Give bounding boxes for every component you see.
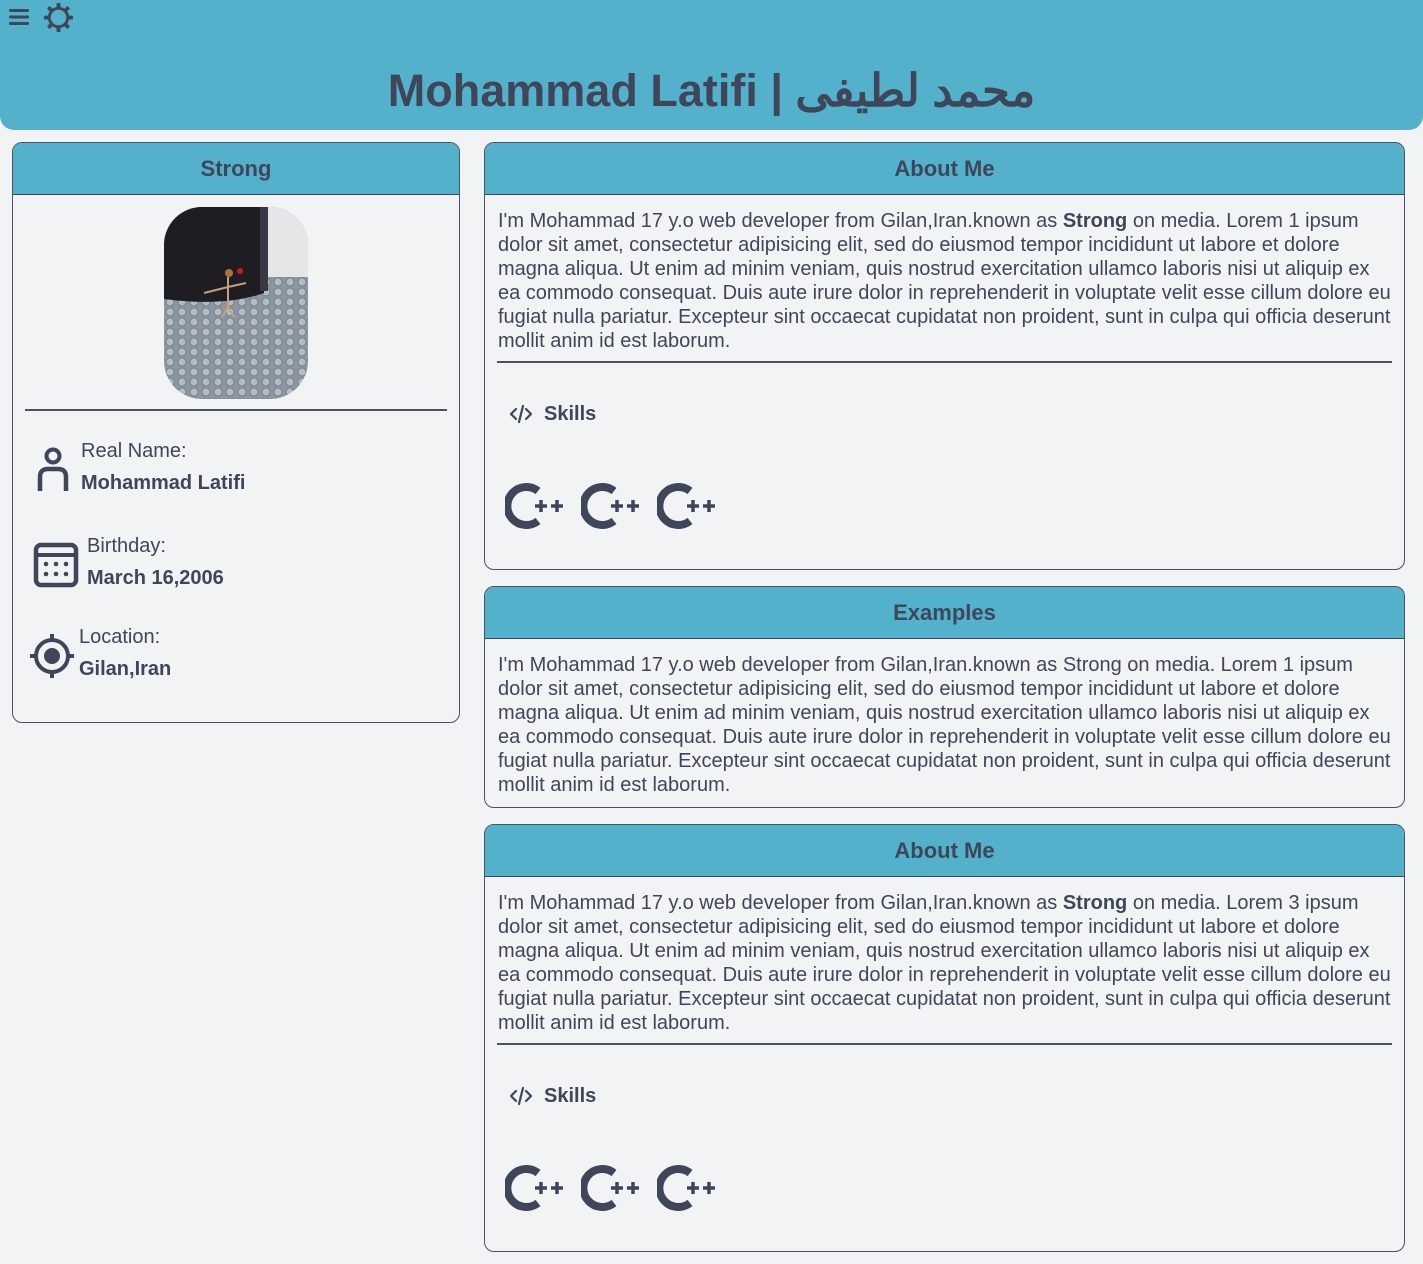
profile-photo — [164, 207, 308, 399]
birthday-value: March 16,2006 — [87, 567, 224, 589]
birthday-row: Birthday: March 16,2006 — [87, 534, 224, 590]
location-row: Location: Gilan,Iran — [79, 625, 171, 681]
about-text: I'm Mohammad 17 y.o web developer from G… — [498, 891, 1394, 1035]
about-text: I'm Mohammad 17 y.o web developer from G… — [498, 209, 1394, 353]
menu-icon[interactable] — [8, 6, 30, 28]
about-text-part: I'm Mohammad 17 y.o web developer from G… — [498, 210, 1063, 232]
cplusplus-logo — [657, 483, 715, 529]
code-icon — [509, 404, 533, 424]
location-value: Gilan,Iran — [79, 658, 172, 680]
about-text-bold: Strong — [1062, 210, 1128, 232]
about-text-bold: Strong — [1062, 892, 1128, 914]
birthday-label: Birthday: — [87, 535, 166, 557]
profile-card: Strong Real Name: Mohammad Latifi Birthd… — [12, 142, 460, 723]
about-title: About Me — [485, 143, 1404, 195]
skills-label: Skills — [544, 403, 597, 425]
location-label: Location: — [79, 626, 161, 648]
examples-card: Examples I'm Mohammad 17 y.o web develop… — [484, 586, 1405, 808]
person-icon — [37, 447, 69, 491]
avatar — [164, 207, 308, 399]
real-name-row: Real Name: Mohammad Latifi — [81, 439, 245, 495]
cplusplus-logo — [657, 1165, 715, 1211]
about-card: About Me I'm Mohammad 17 y.o web develop… — [484, 142, 1405, 570]
site-header: Mohammad Latifi | محمد لطیفی — [0, 0, 1423, 130]
about-card: About Me I'm Mohammad 17 y.o web develop… — [484, 824, 1405, 1252]
divider — [497, 361, 1392, 363]
real-name-label: Real Name: — [81, 440, 187, 462]
location-icon — [30, 634, 74, 678]
cplusplus-logo — [505, 1165, 563, 1211]
profile-nickname: Strong — [13, 143, 459, 195]
divider — [497, 1043, 1392, 1045]
examples-title: Examples — [485, 587, 1404, 639]
gear-icon[interactable] — [43, 2, 74, 33]
cplusplus-logo — [505, 483, 563, 529]
calendar-icon — [33, 542, 79, 588]
about-title: About Me — [485, 825, 1404, 877]
about-text-part: I'm Mohammad 17 y.o web developer from G… — [498, 892, 1063, 914]
skills-label: Skills — [544, 1085, 597, 1107]
cplusplus-logo — [581, 483, 639, 529]
cplusplus-logo — [581, 1165, 639, 1211]
page-title: Mohammad Latifi | محمد لطیفی — [387, 65, 1036, 116]
real-name-value: Mohammad Latifi — [81, 472, 246, 494]
divider — [25, 409, 447, 411]
examples-text: I'm Mohammad 17 y.o web developer from G… — [498, 654, 1391, 796]
code-icon — [509, 1086, 533, 1106]
